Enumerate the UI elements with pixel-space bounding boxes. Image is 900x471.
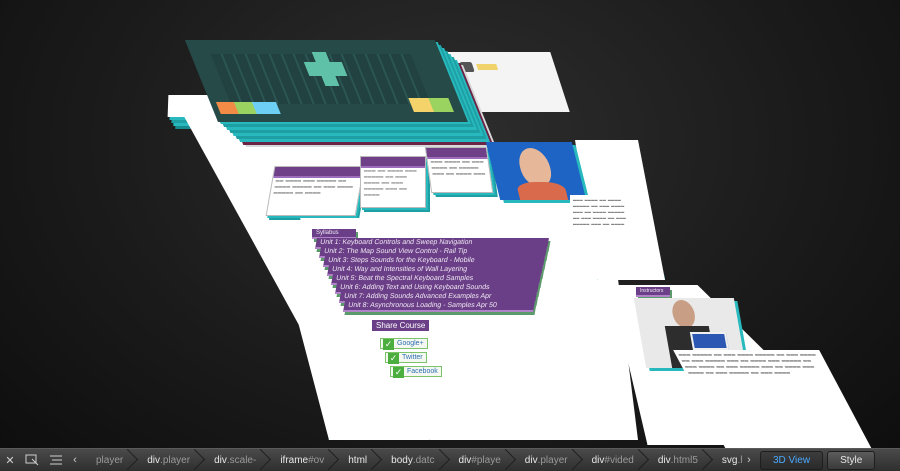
markup-panel-button[interactable] — [44, 451, 68, 469]
breadcrumb-class: player — [96, 454, 124, 466]
video-player-layer[interactable] — [184, 40, 468, 122]
instructor-photo-1 — [485, 142, 587, 200]
game-tiles-right — [408, 98, 454, 112]
share-button-label: Twitter — [402, 354, 423, 361]
checkmark-icon: ✓ — [393, 367, 404, 378]
info-card-2: ━━━ ━━ ━━━━ ━━━ ━━━━━ ━━ ━━━ ━━━━ ━━ ━━━… — [360, 156, 426, 208]
3d-view-viewport[interactable]: ━━ ━━━━ ━━━ ━━━━━ ━━ ━━━━ ━━━━━ ━━ ━━━ ━… — [0, 0, 900, 448]
breadcrumb-item[interactable]: html — [334, 449, 377, 471]
inspect-element-button[interactable] — [20, 451, 44, 469]
sign-shape — [689, 332, 729, 350]
checkmark-icon: ✓ — [388, 353, 399, 364]
breadcrumb-scroll-left-button[interactable]: ‹ — [68, 451, 82, 469]
breadcrumb-tag: div — [214, 454, 227, 466]
breadcrumb-tag: body — [391, 454, 413, 466]
share-button-label: Facebook — [407, 368, 438, 375]
breadcrumb-scroll-right-button[interactable]: › — [742, 451, 756, 469]
breadcrumb-item[interactable]: div .player — [133, 449, 200, 471]
tab-style[interactable]: Style — [827, 450, 876, 470]
breadcrumb-tag: svg — [721, 454, 738, 466]
breadcrumb-item[interactable]: div .html5 — [644, 449, 708, 471]
layer-stack: ━━ ━━━━ ━━━ ━━━━━ ━━ ━━━━ ━━━━━ ━━ ━━━ ━… — [0, 0, 900, 448]
breadcrumb-tag: div — [147, 454, 161, 466]
breadcrumb-item[interactable]: iframe #ov — [266, 449, 334, 471]
share-twitter-button[interactable]: ✓ Twitter — [385, 352, 427, 364]
breadcrumb-tag: div — [458, 454, 472, 466]
breadcrumb-item[interactable]: div .scale- — [200, 449, 266, 471]
tab-3d-view[interactable]: 3D View — [760, 450, 824, 470]
list-icon — [50, 455, 62, 465]
syllabus-unit-row[interactable]: Unit 8: Asynchronous Loading - Samples A… — [343, 301, 535, 312]
breadcrumb-class: #vided — [604, 454, 634, 466]
breadcrumb-class: .player — [160, 454, 191, 466]
breadcrumb-tag: iframe — [280, 454, 309, 466]
breadcrumb-item[interactable]: player — [82, 449, 133, 471]
breadcrumb-tag: html — [348, 454, 368, 466]
shirt-shape — [515, 182, 569, 200]
breadcrumb-class: .html5 — [670, 454, 698, 466]
close-inspector-button[interactable]: ✕ — [0, 451, 20, 469]
breadcrumb-item[interactable]: div .player — [511, 449, 578, 471]
game-tiles-left — [215, 102, 281, 114]
breadcrumb-item[interactable]: div #vided — [578, 449, 644, 471]
player-thumb-icon — [459, 62, 475, 72]
breadcrumb-class: #playe — [471, 454, 501, 466]
share-course-title: Share Course — [372, 320, 430, 331]
breadcrumb-item[interactable]: div #playe — [445, 449, 511, 471]
face-shape — [515, 148, 555, 186]
inspector-breadcrumb-bar: ✕ ‹ player div .player div .scale-iframe #ov h… — [0, 448, 900, 471]
breadcrumb: player div .player div .scale-iframe #ov html b… — [82, 449, 742, 471]
breadcrumb-tag: div — [657, 454, 671, 466]
breadcrumb-item[interactable]: svg.html5 — [708, 449, 742, 471]
breadcrumb-tag: div — [591, 454, 605, 466]
breadcrumb-class: .scale- — [226, 454, 257, 466]
instructor-bio-text-1: ━━━ ━━━━ ━━ ━━━━ ━━━━━ ━━ ━━━ ━━━━ ━━━ ━… — [570, 195, 632, 261]
breadcrumb-item[interactable]: body .datc — [377, 449, 444, 471]
info-card-3: ━━━ ━━━━ ━━ ━━━ ━━━━ ━━ ━━━━━ ━━━ ━━ ━━━… — [424, 147, 494, 193]
share-facebook-button[interactable]: ✓ Facebook — [390, 366, 442, 378]
breadcrumb-class: .datc — [412, 454, 435, 466]
share-button-label: Google+ — [397, 340, 424, 347]
share-google-button[interactable]: ✓ Google+ — [380, 338, 428, 350]
instructors-heading: Instructors — [636, 287, 670, 297]
face-shape-2 — [670, 300, 698, 328]
breadcrumb-class: .html5 — [737, 454, 742, 466]
breadcrumb-tag: div — [524, 454, 538, 466]
checkmark-icon: ✓ — [383, 339, 394, 350]
breadcrumb-class: #ov — [308, 454, 325, 466]
breadcrumb-class: .player — [537, 454, 568, 466]
inspect-icon — [25, 454, 39, 466]
info-card-1: ━━ ━━━━ ━━━ ━━━━━ ━━ ━━━━ ━━━━━ ━━ ━━━ ━… — [265, 166, 365, 216]
inspector-tabs: 3D View Style — [756, 450, 876, 470]
player-thumb-label — [476, 64, 499, 70]
